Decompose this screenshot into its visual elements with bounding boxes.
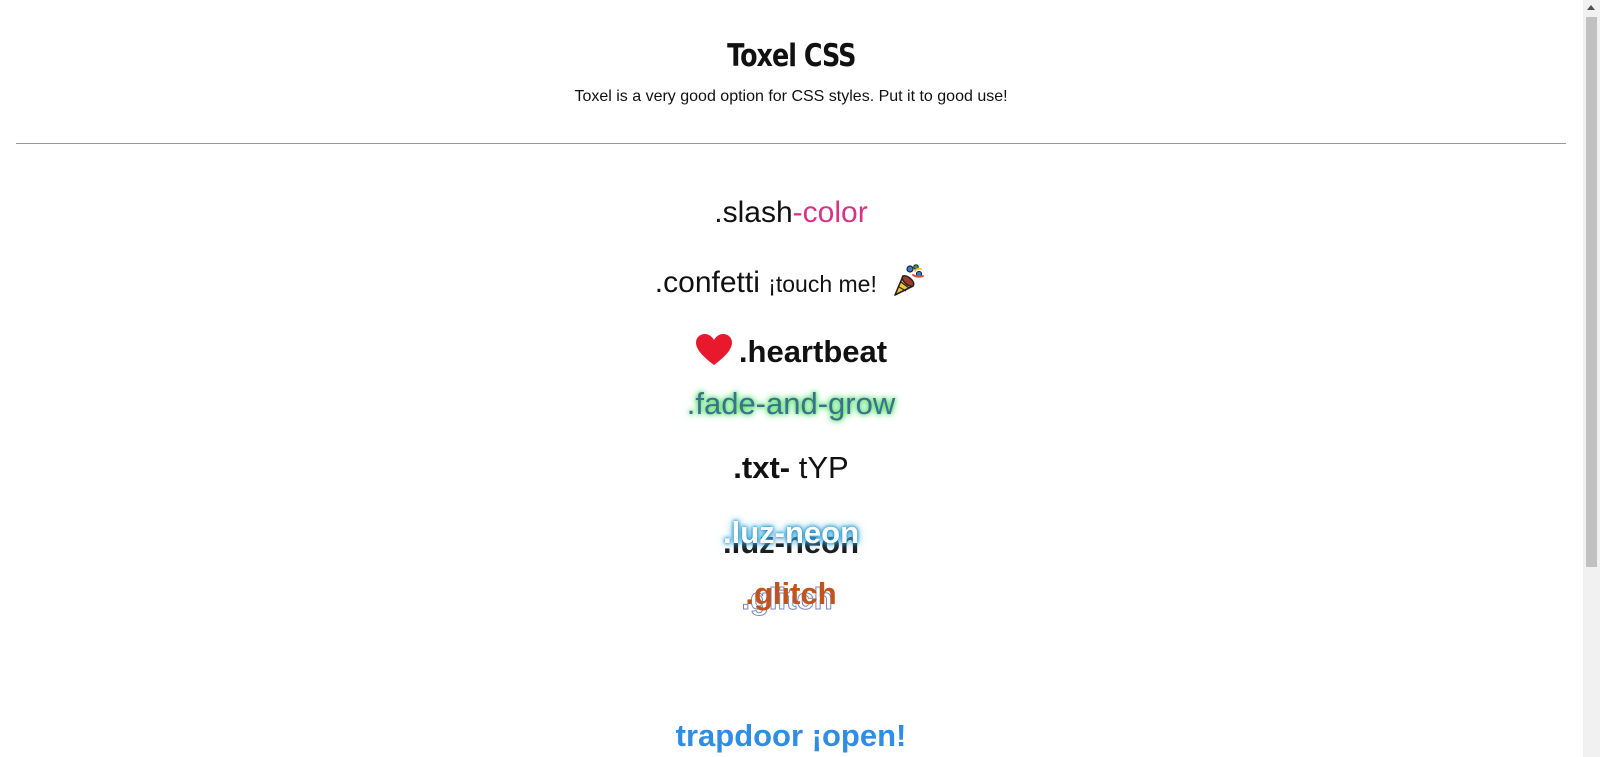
vertical-scrollbar[interactable] <box>1583 0 1600 757</box>
page: Toxel CSS Toxel is a very good option fo… <box>0 0 1582 757</box>
slash-color-accent: -color <box>792 196 868 229</box>
page-title: Toxel CSS <box>726 38 856 74</box>
fade-and-grow-demo[interactable]: .fade-and-grow <box>0 386 1582 422</box>
glitch-demo[interactable]: .glitch .glitch <box>0 576 1582 617</box>
page-header: Toxel CSS Toxel is a very good option fo… <box>0 0 1582 106</box>
confetti-hint: ¡touch me! <box>768 271 877 297</box>
slash-color-label: .slash <box>714 196 793 229</box>
confetti-demo[interactable]: .confetti ¡touch me! <box>0 262 1582 306</box>
txt-type-text: tYP <box>790 450 849 485</box>
luz-neon-wrap: .luz-neon .luz-neon <box>722 515 860 560</box>
page-subtitle: Toxel is a very good option for CSS styl… <box>574 88 1008 105</box>
txt-type-bold: .txt- <box>733 450 791 485</box>
party-popper-icon <box>891 262 927 306</box>
heart-icon <box>695 333 733 375</box>
glitch-label: .glitch <box>745 576 837 611</box>
confetti-label: .confetti <box>654 266 760 299</box>
slash-color-demo[interactable]: .slash-color <box>0 196 1582 230</box>
trapdoor-label: trapdoor ¡open! <box>675 718 907 753</box>
txt-type-demo[interactable]: .txt- tYP <box>0 450 1582 486</box>
heartbeat-demo[interactable]: .heartbeat <box>0 333 1582 375</box>
heartbeat-label: .heartbeat <box>738 334 888 369</box>
trapdoor-demo[interactable]: trapdoor ¡open! <box>0 718 1582 754</box>
glitch-wrap: .glitch .glitch <box>741 576 837 617</box>
fade-and-grow-label: .fade-and-grow <box>686 386 896 421</box>
luz-neon-label: .luz-neon <box>722 515 860 550</box>
scrollbar-thumb[interactable] <box>1586 17 1597 567</box>
header-divider <box>16 143 1566 144</box>
scroll-up-arrow-icon[interactable] <box>1587 5 1595 10</box>
luz-neon-demo[interactable]: .luz-neon .luz-neon <box>0 515 1582 560</box>
